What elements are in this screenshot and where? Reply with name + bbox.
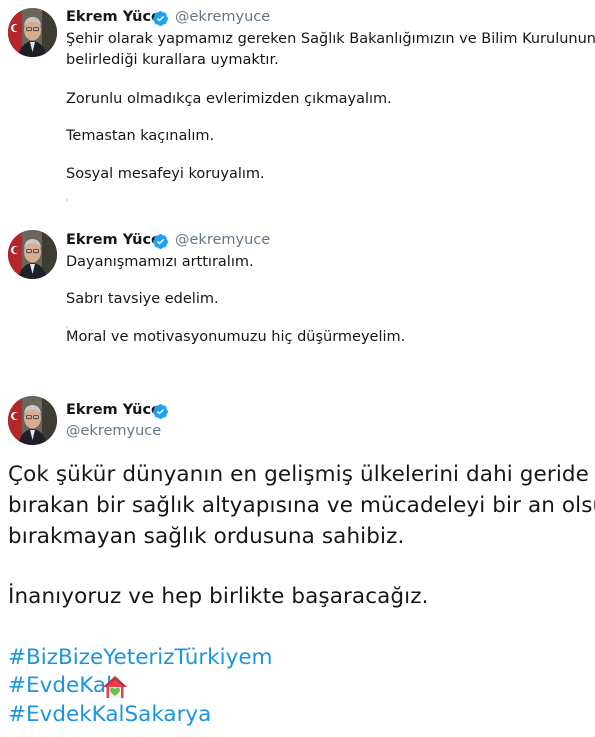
avatar-photo-icon — [8, 230, 57, 279]
author-handle[interactable]: @ekremyuce — [175, 232, 270, 248]
tweet-2[interactable]: Ekrem Yüce @ekremyuce Dayanışmamızı artt… — [0, 220, 595, 370]
divider-dot — [66, 326, 68, 328]
tweet-body-line: bırakmayan sağlık ordusuna sahibiz. — [8, 524, 405, 549]
verified-badge-icon — [152, 10, 169, 27]
tweet-1[interactable]: Ekrem Yüce @ekremyuce Şehir olarak yapma… — [0, 0, 595, 212]
tweet-text-line: Şehir olarak yapmamız gereken Sağlık Bak… — [66, 31, 595, 47]
hashtag-link[interactable]: #EvdekKalSakarya — [8, 702, 211, 727]
author-name[interactable]: Ekrem Yüce — [66, 402, 161, 418]
tweet-text-line: Dayanışmamızı arttıralım. — [66, 254, 254, 270]
avatar-photo-icon — [8, 396, 57, 445]
tweet-text-line: belirlediği kurallara uymaktır. — [66, 52, 279, 68]
tweet-text-line: Zorunlu olmadıkça evlerimizden çıkmayalı… — [66, 91, 392, 107]
avatar-photo-icon — [8, 8, 57, 57]
tweet-text-line: Sabrı tavsiye edelim. — [66, 291, 219, 307]
main-tweet[interactable]: Ekrem Yüce @ekremyuce Çok şükür dünyanın… — [0, 386, 595, 737]
author-name[interactable]: Ekrem Yüce — [66, 9, 161, 25]
tweet-body-line: bırakan bir sağlık altyapısına ve mücade… — [8, 493, 595, 518]
tweet-body-line: İnanıyoruz ve hep birlikte başaracağız. — [8, 584, 429, 609]
tweet-body-line: Çok şükür dünyanın en gelişmiş ülkelerin… — [8, 462, 589, 487]
avatar[interactable] — [8, 230, 57, 279]
tweet-text-line: Moral ve motivasyonumuzu hiç düşürmeyeli… — [66, 329, 406, 345]
avatar[interactable] — [8, 8, 57, 57]
verified-badge-icon — [152, 233, 169, 250]
author-name[interactable]: Ekrem Yüce — [66, 232, 161, 248]
verified-badge-icon — [152, 403, 169, 420]
divider-dot — [66, 199, 68, 201]
avatar[interactable] — [8, 396, 57, 445]
author-handle[interactable]: @ekremyuce — [175, 9, 270, 25]
hashtag-link[interactable]: #BizBizeYeterizTürkiyem — [8, 645, 273, 670]
hashtag-link[interactable]: #EvdeKal — [8, 673, 112, 698]
tweet-text-line: Sosyal mesafeyi koruyalım. — [66, 166, 265, 182]
tweet-text-line: Temastan kaçınalım. — [66, 128, 215, 144]
house-with-heart-emoji-icon — [102, 675, 128, 699]
author-handle[interactable]: @ekremyuce — [66, 423, 161, 439]
